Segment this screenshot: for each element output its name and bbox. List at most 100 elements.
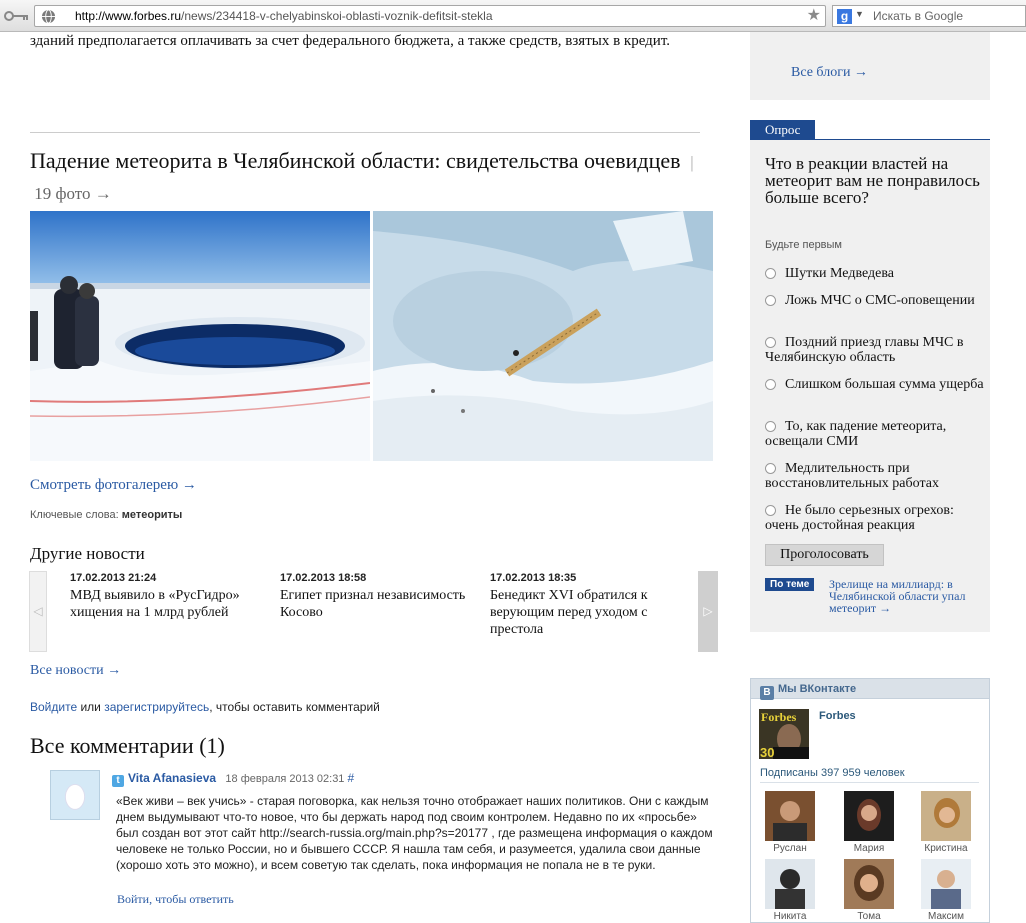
vk-subscribers[interactable]: Подписаны 397 959 человек <box>760 767 905 779</box>
radio-button[interactable] <box>765 268 776 279</box>
radio-button[interactable] <box>765 295 776 306</box>
carousel-prev-button[interactable]: ◁ <box>29 571 47 652</box>
comment-permalink[interactable]: # <box>347 771 354 785</box>
poll-option[interactable]: Не было серьезных огрехов: очень достойн… <box>765 503 985 533</box>
radio-button[interactable] <box>765 421 776 432</box>
vk-member-name: Руслан <box>773 843 807 854</box>
comment-author[interactable]: Vita Afanasieva <box>128 771 216 785</box>
poll-option[interactable]: Шутки Медведева <box>765 266 985 281</box>
poll-option-label: Слишком большая сумма ущерба <box>785 377 984 392</box>
reply-login-link[interactable]: Войти, чтобы ответить <box>117 892 234 907</box>
poll-option-label: Шутки Медведева <box>785 266 894 281</box>
radio-button[interactable] <box>765 505 776 516</box>
poll-option-label: Ложь МЧС о СМС-оповещении <box>785 293 975 308</box>
vk-group-name[interactable]: Forbes <box>819 710 856 722</box>
login-link[interactable]: Войдите <box>30 700 77 714</box>
poll-option[interactable]: Ложь МЧС о СМС-оповещении <box>765 293 985 308</box>
comment-date: 18 февраля 2013 02:31 <box>225 773 345 785</box>
blogs-box: Все блоги → <box>750 32 990 100</box>
url-path: /news/234418-v-chelyabinskoi-oblasti-voz… <box>181 9 493 23</box>
forbes-cover-logo: Forbes <box>761 710 797 724</box>
avatar <box>844 859 894 909</box>
vk-header[interactable]: В Мы ВКонтакте <box>751 679 989 700</box>
poll-option[interactable]: Медлительность при восстановлительных ра… <box>765 461 985 491</box>
news-item[interactable]: 17.02.2013 18:35 Бенедикт XVI обратился … <box>490 571 680 638</box>
photo-count-text: 19 фото <box>34 184 91 203</box>
vk-member-name: Кристина <box>924 843 968 854</box>
vk-member[interactable]: Кристина <box>919 791 973 854</box>
vk-member-name: Максим <box>928 911 964 922</box>
view-gallery-link[interactable]: Смотреть фотогалерею → <box>30 477 197 494</box>
poll-first-voter: Будьте первым <box>765 239 842 251</box>
poll-question: Что в реакции властей на метеорит вам не… <box>765 154 980 207</box>
vk-member-name: Никита <box>773 911 807 922</box>
news-item[interactable]: 17.02.2013 21:24 МВД выявило в «РусГидро… <box>70 571 260 621</box>
vk-logo-icon: В <box>760 686 774 700</box>
poll-header: Опрос <box>750 120 990 140</box>
vk-member[interactable]: Тома <box>842 859 896 922</box>
keyword-link[interactable]: метеориты <box>122 509 183 521</box>
avatar[interactable] <box>50 770 100 820</box>
poll-tab: Опрос <box>750 120 816 139</box>
all-blogs-link[interactable]: Все блоги → <box>791 65 868 81</box>
article-text: зданий предполагается оплачивать за счет… <box>30 33 671 49</box>
divider <box>30 132 700 133</box>
register-link[interactable]: зарегистрируйтесь <box>104 700 209 714</box>
gallery-photo-ice[interactable] <box>373 211 713 461</box>
poll-option[interactable]: То, как падение метеорита, освещали СМИ <box>765 419 985 449</box>
news-headline[interactable]: Египет признал независимость Косово <box>280 587 470 621</box>
avatar <box>765 791 815 841</box>
avatar <box>921 791 971 841</box>
vk-member[interactable]: Максим <box>919 859 973 922</box>
poll-option-label: Поздний приезд главы МЧС в Челябинскую о… <box>765 335 964 365</box>
poll-option-label: Не было серьезных огрехов: очень достойн… <box>765 503 954 533</box>
address-bar[interactable]: http://www.forbes.ru/news/234418-v-chely… <box>34 5 826 27</box>
news-headline[interactable]: МВД выявило в «РусГидро» хищения на 1 мл… <box>70 587 260 621</box>
gallery-title-text[interactable]: Падение метеорита в Челябинской области:… <box>30 148 681 173</box>
comment-header: t Vita Afanasieva 18 февраля 2013 02:31 # <box>112 771 354 787</box>
related-topic-link[interactable]: Зрелище на миллиард: в Челябинской облас… <box>829 578 979 614</box>
comments-title: Все комментарии (1) <box>30 733 225 758</box>
url-host: http://www.forbes.ru <box>75 9 182 23</box>
radio-button[interactable] <box>765 379 776 390</box>
vk-member-name: Тома <box>857 911 881 922</box>
keywords-label: Ключевые слова: <box>30 509 119 521</box>
topic-tag: По теме <box>765 578 815 591</box>
google-icon[interactable]: g <box>837 9 852 24</box>
browser-search-box[interactable]: g ▼ Искать в Google <box>832 5 1026 27</box>
radio-button[interactable] <box>765 463 776 474</box>
vk-member[interactable]: Никита <box>763 859 817 922</box>
url-text: http://www.forbes.ru/news/234418-v-chely… <box>75 9 493 23</box>
vk-widget: В Мы ВКонтакте Forbes 30 Forbes Подписаны… <box>750 678 990 923</box>
login-or: или <box>77 700 105 714</box>
browser-toolbar: http://www.forbes.ru/news/234418-v-chely… <box>0 0 1026 32</box>
poll-option[interactable]: Поздний приезд главы МЧС в Челябинскую о… <box>765 335 985 365</box>
news-item[interactable]: 17.02.2013 18:58 Египет признал независи… <box>280 571 470 621</box>
photo-count-separator: | <box>690 153 694 172</box>
all-news-link[interactable]: Все новости → <box>30 663 121 679</box>
poll-box: Что в реакции властей на метеорит вам не… <box>750 140 990 632</box>
gallery-photo-crater[interactable] <box>30 211 370 461</box>
radio-button[interactable] <box>765 337 776 348</box>
poll-option[interactable]: Слишком большая сумма ущерба <box>765 377 985 392</box>
bookmark-star-icon[interactable]: ★ <box>807 7 821 25</box>
divider <box>760 782 979 783</box>
login-suffix: , чтобы оставить комментарий <box>209 700 380 714</box>
news-date: 17.02.2013 18:35 <box>490 572 577 584</box>
vk-member[interactable]: Мария <box>842 791 896 854</box>
forbes-cover-image[interactable]: Forbes 30 <box>759 709 809 759</box>
carousel-next-button[interactable]: ▷ <box>698 571 718 652</box>
news-date: 17.02.2013 21:24 <box>70 572 157 584</box>
vk-member-name: Мария <box>853 843 885 854</box>
comment-body: «Век живи – век учись» - старая поговорк… <box>116 794 713 872</box>
poll-option-label: Медлительность при восстановлительных ра… <box>765 461 939 491</box>
twitter-icon: t <box>112 775 124 787</box>
globe-icon <box>41 9 56 24</box>
vk-header-text: Мы ВКонтакте <box>778 683 857 695</box>
vk-member[interactable]: Руслан <box>763 791 817 854</box>
search-engine-dropdown-icon[interactable]: ▼ <box>855 9 864 19</box>
poll-option-label: То, как падение метеорита, освещали СМИ <box>765 419 947 449</box>
vote-button[interactable]: Проголосовать <box>765 544 884 566</box>
search-placeholder: Искать в Google <box>873 9 964 23</box>
news-headline[interactable]: Бенедикт XVI обратился к верующим перед … <box>490 587 680 638</box>
